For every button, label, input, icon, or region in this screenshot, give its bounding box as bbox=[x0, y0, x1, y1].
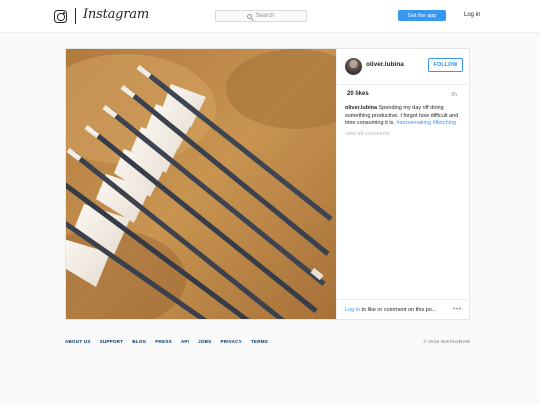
search-input[interactable]: Search bbox=[215, 10, 307, 22]
logo-divider bbox=[75, 8, 76, 24]
post-photo[interactable] bbox=[66, 49, 336, 319]
instagram-wordmark-logo[interactable]: Instagram bbox=[83, 7, 149, 22]
post-card: oliver.lubina FOLLOW 20 likes 3h oliver.… bbox=[65, 48, 470, 320]
post-sidebar: oliver.lubina FOLLOW 20 likes 3h oliver.… bbox=[336, 49, 470, 319]
footer-link-about-us[interactable]: ABOUT US bbox=[65, 339, 91, 344]
caption-username[interactable]: oliver.lubina bbox=[345, 105, 377, 111]
header-login-link[interactable]: Log in bbox=[464, 12, 480, 18]
footer-link-privacy[interactable]: PRIVACY bbox=[220, 339, 241, 344]
footer-nav: ABOUT US SUPPORT BLOG PRESS API JOBS PRI… bbox=[65, 339, 268, 344]
hashtag-link[interactable]: #fletching bbox=[432, 120, 456, 126]
footer-link-jobs[interactable]: JOBS bbox=[198, 339, 211, 344]
footer-link-api[interactable]: API bbox=[181, 339, 189, 344]
likes-count[interactable]: 20 likes bbox=[347, 91, 369, 97]
footer-link-blog[interactable]: BLOG bbox=[132, 339, 146, 344]
avatar[interactable] bbox=[345, 58, 362, 75]
more-options-icon[interactable]: ••• bbox=[453, 306, 462, 313]
top-navigation-bar: Instagram Search Get the app Log in bbox=[0, 0, 540, 33]
footer-link-press[interactable]: PRESS bbox=[155, 339, 172, 344]
login-to-comment-text: to like or comment on this po... bbox=[361, 307, 437, 313]
footer-link-terms[interactable]: TERMS bbox=[251, 339, 268, 344]
search-icon bbox=[247, 13, 253, 19]
search-placeholder: Search bbox=[255, 13, 275, 19]
hashtag-link[interactable]: #arrowmaking bbox=[396, 120, 431, 126]
arrows-photo-illustration bbox=[66, 49, 336, 319]
instagram-camera-icon[interactable] bbox=[54, 10, 67, 23]
copyright-text: © 2016 INSTAGRAM bbox=[423, 339, 470, 344]
view-all-comments-link[interactable]: view all comments bbox=[345, 131, 390, 137]
footer-link-support[interactable]: SUPPORT bbox=[100, 339, 124, 344]
follow-button[interactable]: FOLLOW bbox=[428, 58, 463, 72]
post-username[interactable]: oliver.lubina bbox=[366, 61, 404, 68]
post-header: oliver.lubina FOLLOW bbox=[337, 49, 470, 85]
post-timestamp[interactable]: 3h bbox=[451, 92, 457, 98]
get-the-app-button[interactable]: Get the app bbox=[398, 10, 446, 21]
post-caption: oliver.lubina Spending my day off doing … bbox=[345, 105, 469, 128]
login-to-comment: Log in to like or comment on this po... bbox=[345, 307, 436, 313]
comment-login-bar: Log in to like or comment on this po... … bbox=[337, 299, 470, 319]
login-link[interactable]: Log in bbox=[345, 307, 360, 313]
